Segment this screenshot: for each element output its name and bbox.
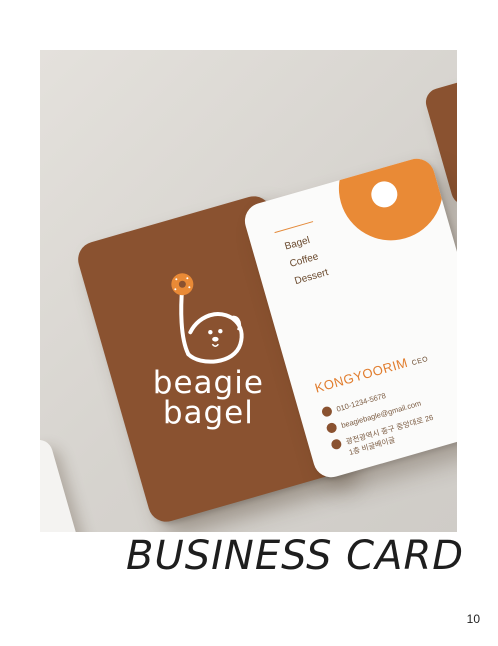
page-number: 10 — [466, 612, 480, 626]
logo-word-bagel: bagel — [162, 395, 254, 432]
beagie-bagel-logo: beagie bagel — [130, 268, 286, 438]
page-title: BUSINESS CARD — [126, 533, 465, 579]
product-photo: beagie bagel Bagel Coffee Dessert KONGYO… — [40, 50, 457, 532]
location-pin-icon — [330, 438, 343, 451]
left-card-edge — [40, 436, 82, 532]
